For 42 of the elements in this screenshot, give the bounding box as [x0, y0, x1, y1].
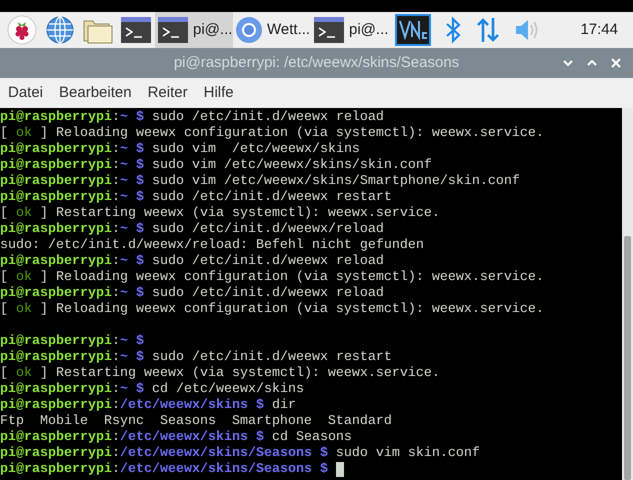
terminal-line: pi@raspberrypi:~ $ sudo vim /etc/weewx/skins: [0, 142, 360, 158]
terminal-line: pi@raspberrypi:~ $: [0, 334, 144, 350]
raspberry-icon[interactable]: [7, 15, 37, 45]
scrollbar-thumb[interactable]: [624, 236, 631, 480]
terminal-line: pi@raspberrypi:~ $ sudo /etc/init.d/weewx restart: [0, 190, 392, 206]
menu-item[interactable]: Bearbeiten: [59, 82, 132, 104]
scrollbar[interactable]: [622, 108, 633, 480]
close-icon: [609, 56, 623, 70]
terminal-line: pi@raspberrypi:~ $ sudo vim /etc/weewx/skins/skin.conf: [0, 158, 432, 174]
terminal-icon: [157, 16, 189, 44]
terminal-line: [ ok ] Reloading weewx configuration (via systemctl): weewx.service.: [0, 126, 544, 142]
terminal-line: pi@raspberrypi:~ $ cd /etc/weewx/skins: [0, 382, 304, 398]
terminal-line: pi@raspberrypi:~ $ sudo /etc/init.d/weewx/reload: [0, 222, 384, 238]
terminal-icon: [313, 16, 345, 44]
task-button[interactable]: Wett...: [233, 12, 311, 48]
terminal-icon[interactable]: [120, 16, 152, 44]
terminal-line: pi@raspberrypi:/etc/weewx/skins $ dir: [0, 398, 296, 414]
terminal-line: [ ok ] Reloading weewx configuration (via systemctl): weewx.service.: [0, 270, 544, 286]
task-button[interactable]: pi@...: [155, 12, 233, 48]
task-button[interactable]: pi@...: [311, 12, 389, 48]
terminal-line: sudo: /etc/init.d/weewx/reload: Befehl nicht gefunden: [0, 238, 424, 254]
terminal-line: pi@raspberrypi:/etc/weewx/skins $ cd Seasons: [0, 430, 352, 446]
menu-item[interactable]: Datei: [8, 82, 44, 104]
up-down-arrows-icon[interactable]: [475, 16, 501, 44]
terminal-line: pi@raspberrypi:~ $ sudo /etc/init.d/weewx restart: [0, 350, 392, 366]
terminal-line: Ftp Mobile Rsync Seasons Smartphone Standard: [0, 414, 392, 430]
terminal-line: pi@raspberrypi:/etc/weewx/skins/Seasons $: [0, 462, 328, 478]
clock[interactable]: 17:44: [580, 18, 618, 42]
terminal-line: pi@raspberrypi:~ $ sudo /etc/init.d/weewx reload: [0, 286, 384, 302]
terminal-line: pi@raspberrypi:/etc/weewx/skins/Seasons $ sudo vim skin.conf: [0, 446, 480, 462]
terminal-line: pi@raspberrypi:~ $ sudo /etc/init.d/weewx reload: [0, 110, 384, 126]
vnc-icon[interactable]: [395, 14, 431, 46]
terminal-line: [ ok ] Reloading weewx configuration (via systemctl): weewx.service.: [0, 302, 544, 318]
globe-icon[interactable]: [45, 15, 75, 45]
menu-item[interactable]: Reiter: [148, 82, 188, 104]
menu-item[interactable]: Hilfe: [204, 82, 234, 104]
terminal-line: [ ok ] Restarting weewx (via systemctl): weewx.service.: [0, 206, 440, 222]
terminal-line: pi@raspberrypi:~ $ sudo /etc/init.d/weewx reload: [0, 254, 384, 270]
terminal-line: [ ok ] Restarting weewx (via systemctl): weewx.service.: [0, 366, 440, 382]
browser-icon: [235, 16, 263, 44]
window-title: pi@raspberrypi: /etc/weewx/skins/Seasons: [174, 52, 460, 73]
terminal-line: pi@raspberrypi:~ $ sudo vim /etc/weewx/skins/Smartphone/skin.conf: [0, 174, 520, 190]
